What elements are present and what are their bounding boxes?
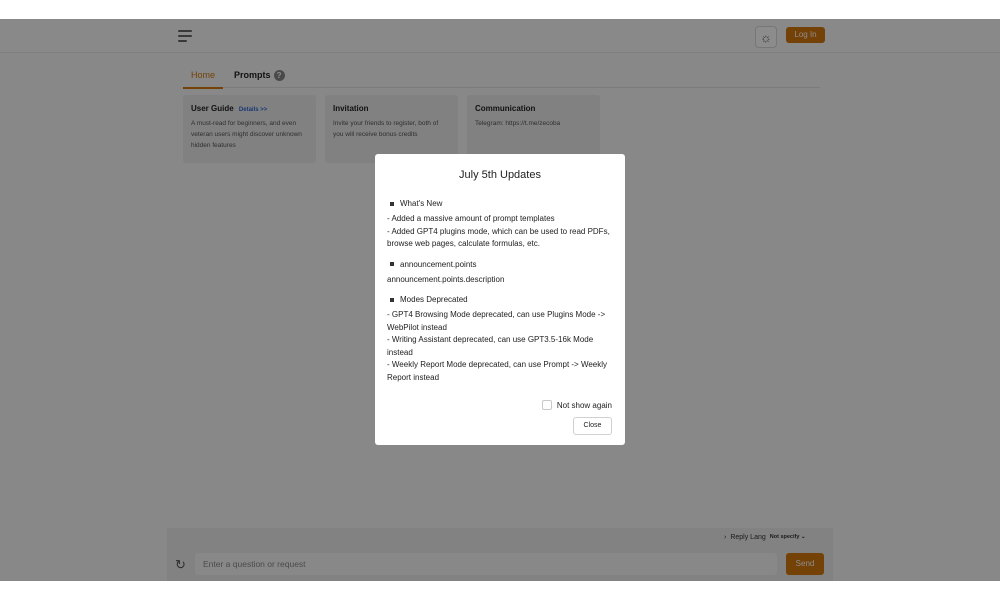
section-body: - GPT4 Browsing Mode deprecated, can use… <box>387 310 608 382</box>
section-heading: announcement.points <box>390 260 613 269</box>
not-show-again-checkbox[interactable] <box>541 400 552 410</box>
bullet-icon <box>390 201 394 206</box>
close-button[interactable]: Close <box>573 417 612 435</box>
bullet-icon <box>390 262 394 266</box>
app-window: ☼ Log In Home Prompts ? User Guide Detai… <box>0 19 1000 581</box>
section-body: announcement.points.description <box>387 274 505 284</box>
modal-overlay[interactable]: July 5th Updates What's New - Added a ma… <box>0 19 1000 581</box>
bullet-icon <box>390 297 394 302</box>
not-show-again-label: Not show again <box>556 400 612 410</box>
section-heading: Modes Deprecated <box>390 295 613 304</box>
not-show-again-control[interactable]: Not show again <box>541 400 612 410</box>
modal-title: July 5th Updates <box>459 169 541 181</box>
section-heading: What's New <box>390 199 613 208</box>
updates-modal: July 5th Updates What's New - Added a ma… <box>375 154 625 445</box>
section-body: - Added a massive amount of prompt templ… <box>387 214 610 248</box>
